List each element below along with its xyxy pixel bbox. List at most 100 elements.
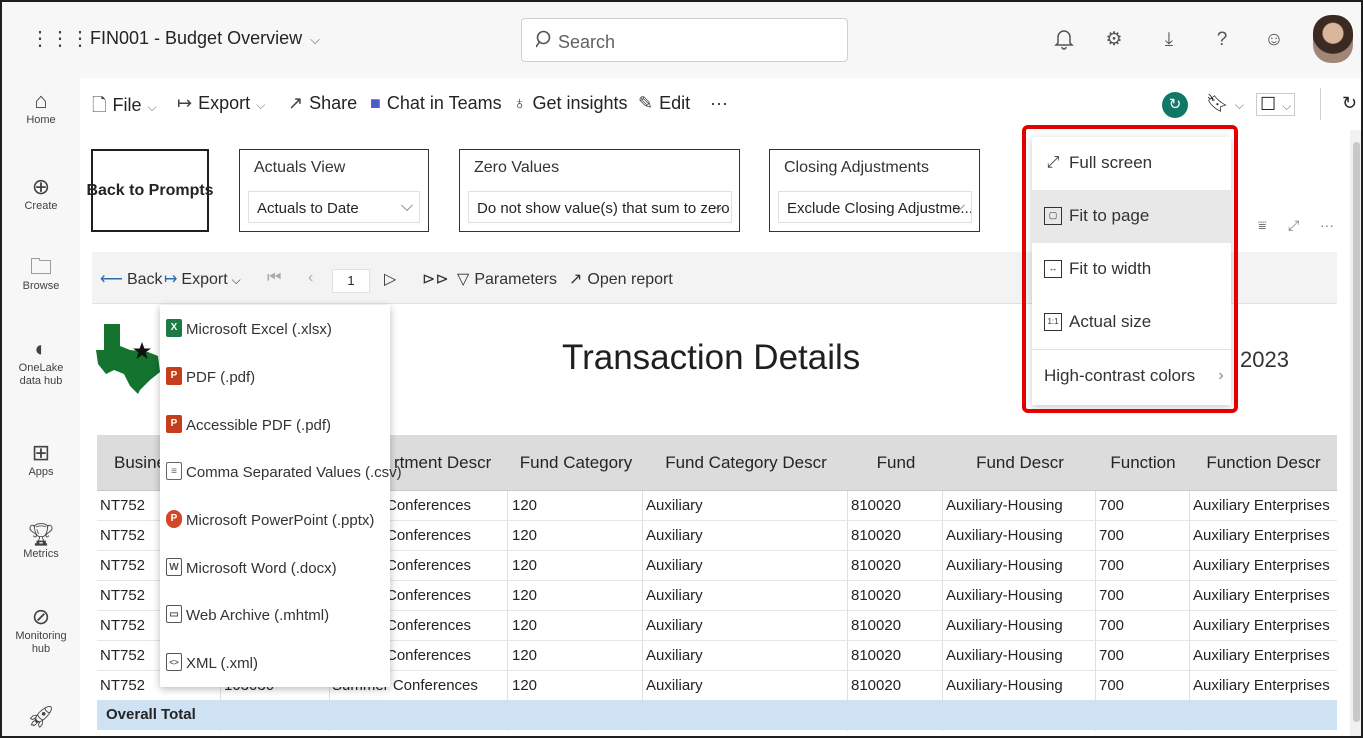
user-avatar[interactable] — [1313, 15, 1353, 63]
report-back-button[interactable]: ⟵ Back — [100, 269, 163, 289]
view-option-label: Actual size — [1069, 312, 1152, 331]
cell-function-descr: Auxiliary Enterprises — [1193, 587, 1330, 604]
overall-total-label: Overall Total — [106, 706, 196, 723]
toolbar-divider — [1320, 88, 1321, 120]
export-option-web-archive[interactable]: ▭ Web Archive (.mhtml) — [160, 591, 390, 638]
export-option-accessible-pdf[interactable]: P Accessible PDF (.pdf) — [160, 401, 390, 448]
export-option-word[interactable]: W Microsoft Word (.docx) — [160, 544, 390, 591]
export-option-csv[interactable]: ≡ Comma Separated Values (.csv) — [160, 448, 402, 495]
file-label: File — [112, 95, 142, 115]
closing-adjustments-value: Exclude Closing Adjustme... — [787, 200, 972, 217]
chevron-down-icon: ⌵ — [712, 198, 725, 215]
focus-mode-icon[interactable]: ⤢ — [1288, 217, 1299, 234]
nav-monitoring-hub[interactable]: ⊘ Monitoring hub — [2, 604, 80, 656]
back-to-prompts-button[interactable]: Back to Prompts — [86, 149, 214, 232]
column-header[interactable]: Function Descr — [1190, 435, 1337, 491]
export-option-pdf[interactable]: P PDF (.pdf) — [160, 353, 390, 400]
nav-create[interactable]: ⊕ Create — [2, 174, 80, 213]
help-icon[interactable]: ? — [1210, 28, 1234, 52]
share-icon: ↗ — [288, 93, 304, 113]
fit-to-width-icon: ↔ — [1044, 260, 1062, 278]
nav-browse[interactable]: 🗀 Browse — [2, 254, 80, 293]
app-launcher-icon[interactable]: ⋮⋮⋮ — [30, 26, 90, 52]
nav-label: Home — [26, 114, 56, 126]
closing-adjustments-prompt: Closing Adjustments Exclude Closing Adju… — [769, 149, 980, 232]
report-title-menu[interactable]: FIN001 - Budget Overview ⌵ — [90, 28, 320, 49]
export-option-xml[interactable]: <> XML (.xml) — [160, 639, 390, 686]
export-label: Export — [198, 93, 251, 113]
actuals-view-value: Actuals to Date — [257, 200, 359, 217]
actuals-view-select[interactable]: Actuals to Date ⌵ — [248, 191, 420, 223]
export-option-powerpoint[interactable]: P Microsoft PowerPoint (.pptx) — [160, 496, 390, 543]
scrollbar-thumb[interactable] — [1353, 142, 1360, 722]
column-header[interactable]: Fund Category — [510, 435, 642, 491]
cell-fund-category-descr: Auxiliary — [646, 527, 703, 544]
feedback-smiley-icon[interactable]: ☺ — [1262, 28, 1286, 52]
reset-icon[interactable]: ↻ — [1342, 93, 1357, 114]
more-options-button[interactable]: ··· — [710, 93, 728, 114]
export-option-excel[interactable]: X Microsoft Excel (.xlsx) — [160, 305, 390, 352]
view-option-high-contrast[interactable]: High-contrast colors › — [1032, 350, 1231, 403]
cell-fund-category: 120 — [512, 557, 538, 574]
edit-button[interactable]: ✎ Edit — [638, 93, 690, 114]
actuals-view-label: Actuals View — [254, 159, 346, 176]
nav-more[interactable]: 🚀︎ — [2, 704, 80, 730]
app-window: ⋮⋮⋮ FIN001 - Budget Overview ⌵ Search ⚙ ⤓… — [0, 0, 1363, 738]
cell-function: 700 — [1099, 587, 1125, 604]
get-insights-label: Get insights — [532, 93, 628, 113]
export-arrow-icon: ↦ — [164, 271, 178, 288]
nav-metrics[interactable]: 🏆︎ Metrics — [2, 522, 80, 561]
cell-function: 700 — [1099, 677, 1125, 694]
export-menu-button[interactable]: ↦ Export ⌵ — [177, 93, 265, 114]
view-option-actual-size[interactable]: 1:1 Actual size — [1032, 296, 1231, 349]
zero-values-prompt: Zero Values Do not show value(s) that su… — [459, 149, 740, 232]
open-report-icon: ↗ — [569, 271, 583, 288]
more-options-icon[interactable]: ··· — [1320, 217, 1334, 233]
cell-department-descr: Conferences — [386, 587, 472, 604]
cell-function: 700 — [1099, 497, 1125, 514]
nav-label: Metrics — [23, 548, 59, 560]
parameters-label: Parameters — [474, 271, 558, 288]
closing-adjustments-select[interactable]: Exclude Closing Adjustme... ⌵ — [778, 191, 972, 223]
file-menu[interactable]: 🗋 File ⌵ — [92, 93, 157, 123]
bookmark-button[interactable]: 🔖︎ ⌵ — [1206, 93, 1244, 114]
previous-page-icon[interactable]: ‹ — [308, 269, 313, 287]
texas-logo — [96, 320, 166, 395]
view-option-fit-to-width[interactable]: ↔ Fit to width — [1032, 243, 1231, 296]
search-input[interactable]: Search — [521, 18, 848, 62]
chat-in-teams-button[interactable]: ■ Chat in Teams — [370, 93, 502, 114]
view-button[interactable]: ☐ ⌵ — [1256, 93, 1296, 116]
page-number-input[interactable]: 1 — [332, 269, 370, 293]
settings-icon[interactable]: ⚙ — [1102, 28, 1126, 52]
share-button[interactable]: ↗ Share — [288, 93, 357, 114]
download-icon[interactable]: ⤓ — [1157, 28, 1181, 52]
cell-function-descr: Auxiliary Enterprises — [1193, 617, 1330, 634]
report-export-button[interactable]: ↦ Export ⌵ — [164, 269, 241, 289]
parameters-button[interactable]: ▽ Parameters — [457, 269, 557, 289]
column-header[interactable]: Fund — [848, 435, 944, 491]
column-header[interactable]: Fund Category Descr — [644, 435, 848, 491]
last-page-icon[interactable]: ⊳⊳ — [422, 269, 449, 289]
notifications-icon[interactable] — [1052, 28, 1076, 52]
filter-icon[interactable]: ⩸ — [1258, 217, 1267, 234]
export-dropdown-menu: X Microsoft Excel (.xlsx) P PDF (.pdf) P… — [160, 305, 402, 687]
column-header[interactable]: Function — [1096, 435, 1190, 491]
cell-fund-descr: Auxiliary-Housing — [946, 587, 1063, 604]
view-option-fit-to-page[interactable]: ▢ Fit to page — [1032, 190, 1231, 243]
next-page-icon[interactable]: ▷ — [384, 269, 396, 289]
plus-circle-icon: ⊕ — [31, 174, 51, 199]
open-report-button[interactable]: ↗ Open report — [569, 269, 673, 289]
nav-apps[interactable]: ⊞ Apps — [2, 440, 80, 479]
nav-onelake-data-hub[interactable]: ◐ OneLake data hub — [2, 336, 80, 388]
cell-fund-category: 120 — [512, 527, 538, 544]
column-header[interactable]: rtment Descr — [394, 435, 504, 491]
get-insights-button[interactable]: ♁ Get insights — [513, 93, 628, 114]
refresh-icon[interactable]: ↻ — [1162, 92, 1188, 118]
pencil-icon: ✎ — [638, 93, 654, 113]
zero-values-select[interactable]: Do not show value(s) that sum to zero ⌵ — [468, 191, 732, 223]
nav-home[interactable]: ⌂ Home — [2, 88, 80, 127]
column-header[interactable]: Fund Descr — [944, 435, 1096, 491]
view-option-full-screen[interactable]: ⤢ Full screen — [1032, 137, 1231, 190]
arrow-left-icon: ⟵ — [100, 271, 123, 288]
first-page-icon[interactable]: ⏮ — [267, 269, 281, 287]
